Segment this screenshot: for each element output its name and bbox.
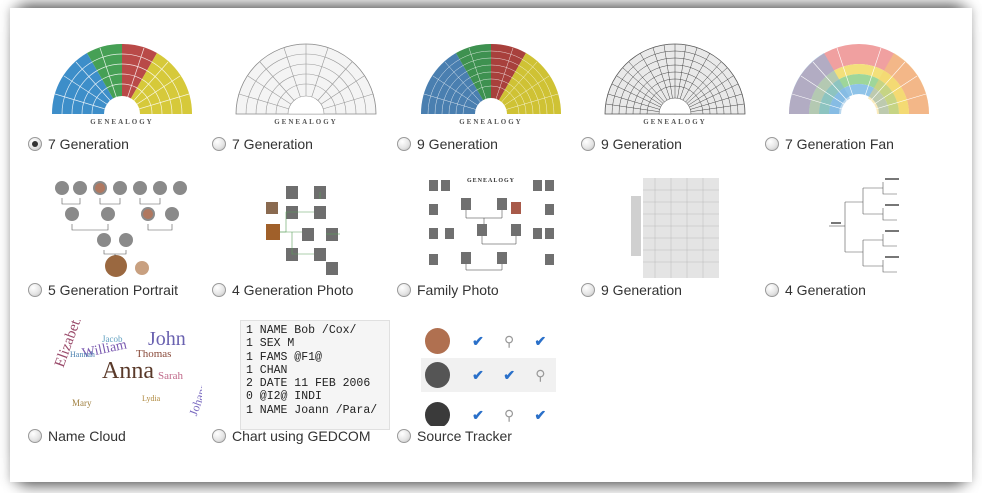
radio-button[interactable] [397,137,411,151]
radio-button[interactable] [397,429,411,443]
cloud-word: Anna [102,358,154,384]
check-icon: ✔ [534,332,547,349]
option-label: 9 Generation [601,282,682,298]
radio-button[interactable] [28,429,42,443]
fan-chart-pastel-thumbnail[interactable] [779,28,939,134]
option-name-cloud[interactable]: Anna John Elizabeth William Thomas Sarah… [28,320,208,444]
gedcom-code-block: 1 NAME Bob /Cox/ 1 SEX M 1 FAMS @F1@ 1 C… [240,320,390,430]
fan-chart-caption: GENEALOGY [459,118,523,126]
magnifier-icon: ⚲ [535,366,546,383]
photo-chart-thumbnail[interactable] [226,174,386,280]
cloud-word: Elizabeth [52,320,87,370]
magnifier-icon: ⚲ [504,406,515,423]
cloud-word: Thomas [136,348,172,360]
option-label: 9 Generation [601,136,682,152]
gedcom-line: 1 SEX M [246,337,295,351]
fan-chart-9-bw-thumbnail[interactable]: GENEALOGY [595,28,755,134]
fan-chart-9-color-thumbnail[interactable]: GENEALOGY [411,28,571,134]
gedcom-line: 1 NAME Bob /Cox/ [246,324,357,337]
option-label: Chart using GEDCOM [232,428,371,444]
option-4-generation-tree[interactable]: 4 Generation [765,174,945,298]
radio-button[interactable] [765,283,779,297]
family-photo-caption: GENEALOGY [466,178,515,184]
cloud-word: Sarah [158,370,184,382]
option-label: 7 Generation [232,136,313,152]
portrait-icon [425,328,451,354]
name-cloud-thumbnail[interactable]: Anna John Elizabeth William Thomas Sarah… [42,320,202,426]
option-chart-using-gedcom[interactable]: 1 NAME Bob /Cox/ 1 SEX M 1 FAMS @F1@ 1 C… [212,320,392,444]
cloud-word: Hannah [70,350,95,359]
check-icon: ✔ [472,366,484,383]
option-label: 5 Generation Portrait [48,282,178,298]
gedcom-line: 0 @I2@ INDI [246,390,322,404]
option-label: 7 Generation [48,136,129,152]
option-9-generation-color[interactable]: GENEALOGY 9 Generation [397,28,577,152]
check-icon: ✔ [534,406,547,423]
cloud-word: Jacob [102,334,123,344]
family-photo-chart-thumbnail[interactable]: GENEALOGY [411,174,571,280]
option-9-generation-bw[interactable]: GENEALOGY 9 Generation [581,28,761,152]
radio-button[interactable] [765,137,779,151]
chart-options-panel: GENEALOGY 7 Generation GENEALOGY 7 Gener… [10,8,972,482]
portrait-chart-thumbnail[interactable] [42,174,202,280]
option-label: 7 Generation Fan [785,136,894,152]
magnifier-icon: ⚲ [504,332,515,349]
cloud-word: Johann [186,380,202,418]
radio-button[interactable] [212,283,226,297]
tracker-row: ✔ ✔ ⚲ [421,358,556,392]
option-4-generation-photo[interactable]: 4 Generation Photo [212,174,392,298]
check-icon: ✔ [472,406,484,423]
option-label: 9 Generation [417,136,498,152]
gedcom-thumbnail[interactable]: 1 NAME Bob /Cox/ 1 SEX M 1 FAMS @F1@ 1 C… [226,320,390,430]
radio-button[interactable] [581,283,595,297]
cloud-word: Mary [72,398,92,408]
check-icon: ✔ [472,332,484,349]
option-7-generation-color[interactable]: GENEALOGY 7 Generation [28,28,208,152]
portrait-icon [425,362,451,388]
check-icon: ✔ [503,366,516,383]
option-5-generation-portrait[interactable]: 5 Generation Portrait [28,174,208,298]
radio-button[interactable] [212,137,226,151]
option-family-photo[interactable]: GENEALOGY Family Photo [397,174,577,298]
fan-chart-caption: GENEALOGY [90,118,154,126]
option-label: 4 Generation [785,282,866,298]
gedcom-line: 1 CHAN [246,363,288,377]
gedcom-line: 2 DATE 11 FEB 2006 [246,377,371,391]
tracker-row: ✔ ⚲ ✔ [421,324,556,358]
option-label: Source Tracker [417,428,512,444]
option-label: Family Photo [417,282,499,298]
cloud-word: Lydia [142,394,161,403]
fan-chart-color-thumbnail[interactable]: GENEALOGY [42,28,202,134]
option-7-generation-fan[interactable]: 7 Generation Fan [765,28,945,152]
tracker-row: ✔ ⚲ ✔ [421,398,556,426]
source-tracker-thumbnail[interactable]: ✔ ⚲ ✔ ✔ ✔ ⚲ ✔ ⚲ ✔ [411,320,571,426]
pedigree-chart-thumbnail[interactable] [779,174,939,280]
portrait-icon [425,402,451,426]
table-chart-thumbnail[interactable] [595,174,755,280]
gedcom-line: 1 FAMS @F1@ [246,350,322,364]
radio-button[interactable] [397,283,411,297]
option-label: 4 Generation Photo [232,282,354,298]
radio-button[interactable] [28,137,42,151]
option-9-generation-table[interactable]: 9 Generation [581,174,761,298]
radio-button[interactable] [28,283,42,297]
fan-chart-caption: GENEALOGY [643,118,707,126]
fan-chart-caption: GENEALOGY [274,118,338,126]
radio-button[interactable] [581,137,595,151]
option-label: Name Cloud [48,428,126,444]
option-source-tracker[interactable]: ✔ ⚲ ✔ ✔ ✔ ⚲ ✔ ⚲ ✔ Source Tracker [397,320,577,444]
option-7-generation-bw[interactable]: GENEALOGY 7 Generation [212,28,392,152]
radio-button[interactable] [212,429,226,443]
gedcom-line: 1 NAME Joann /Para/ [246,403,378,417]
fan-chart-bw-thumbnail[interactable]: GENEALOGY [226,28,386,134]
